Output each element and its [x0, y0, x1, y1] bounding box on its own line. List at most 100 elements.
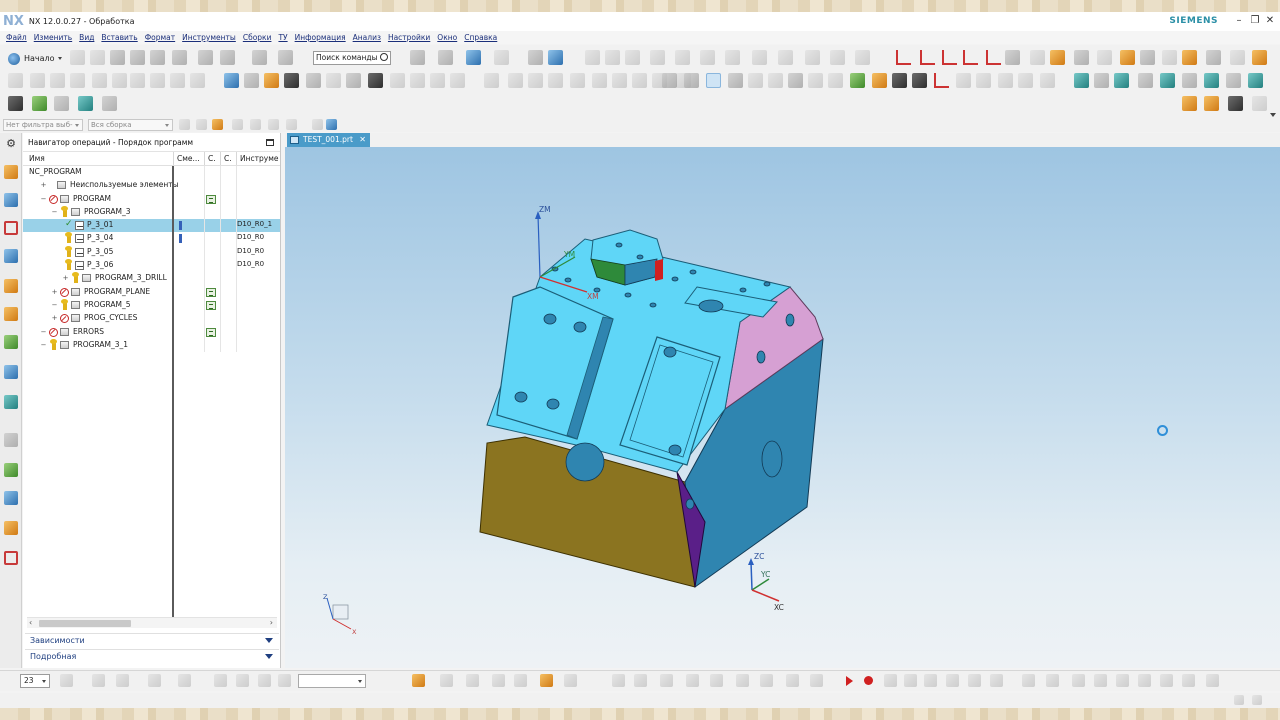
assembly-tool-2-icon[interactable] [625, 50, 640, 65]
playback-tool-13-icon[interactable] [1182, 674, 1195, 687]
edit-object-icon[interactable] [450, 73, 465, 88]
playback-tool-1-icon[interactable] [904, 674, 917, 687]
system-icon[interactable] [4, 521, 18, 535]
point-icon[interactable] [748, 73, 763, 88]
bottom-tool-23-icon[interactable] [786, 674, 799, 687]
cam-setup-icon[interactable] [32, 96, 47, 111]
render-style-icon[interactable] [438, 50, 453, 65]
chart-tool-4-icon[interactable] [1252, 96, 1267, 111]
playback-tool-6-icon[interactable] [1022, 674, 1035, 687]
playback-tool-11-icon[interactable] [1138, 674, 1151, 687]
bottom-tool-15-icon[interactable] [564, 674, 577, 687]
navigator-row[interactable]: − PROGRAM_5 [23, 298, 280, 313]
command-search-input[interactable]: Поиск команды [313, 51, 391, 65]
playback-tool-10-icon[interactable] [1116, 674, 1129, 687]
shape-icon[interactable] [828, 73, 843, 88]
operation-tool-5-icon[interactable] [592, 73, 607, 88]
line3-icon[interactable] [1040, 73, 1055, 88]
program-view-icon[interactable] [224, 73, 239, 88]
operation-tool-6-icon[interactable] [612, 73, 627, 88]
column-splitter[interactable] [172, 166, 174, 618]
menu-item-11[interactable]: Окно [437, 33, 457, 42]
chart-tool-1-icon[interactable] [1182, 96, 1197, 111]
snap-center-icon[interactable] [286, 119, 297, 130]
navigator-row[interactable]: + PROG_CYCLES [23, 312, 280, 326]
bottom-tool-13-icon[interactable] [514, 674, 527, 687]
tree-expand-icon[interactable]: + [51, 315, 58, 322]
utility-tool-1-icon[interactable] [1030, 50, 1045, 65]
playback-tool-3-icon[interactable] [946, 674, 959, 687]
minimize-button[interactable]: – [1232, 14, 1246, 28]
assembly-navigator-icon[interactable] [4, 307, 18, 321]
navigator-row[interactable]: P_3_04 D10_R0 [23, 232, 280, 246]
operation-tool-2-icon[interactable] [528, 73, 543, 88]
assembly-tool-4-icon[interactable] [675, 50, 690, 65]
restore-button[interactable]: ❐ [1248, 14, 1262, 28]
cross-icon[interactable] [956, 73, 971, 88]
document-tab[interactable]: TEST_001.prt ✕ [287, 133, 370, 147]
edit-tool-2-icon[interactable] [110, 50, 125, 65]
cam-create-0-icon[interactable] [8, 73, 23, 88]
part-navigator-icon[interactable] [4, 279, 18, 293]
analysis-tool-3-icon[interactable] [1138, 73, 1153, 88]
machine-tool-navigator-icon[interactable] [4, 193, 18, 207]
clock-icon[interactable] [4, 433, 18, 447]
bottom-tool-22-icon[interactable] [760, 674, 773, 687]
edit-tool-7-icon[interactable] [220, 50, 235, 65]
assembly-tool-7-icon[interactable] [752, 50, 767, 65]
bottom-tool-12-icon[interactable] [492, 674, 505, 687]
utility-tool-11-icon[interactable] [1252, 50, 1267, 65]
analysis-tool-2-icon[interactable] [1114, 73, 1129, 88]
measure-icon[interactable] [872, 73, 887, 88]
edit-tool-3-icon[interactable] [130, 50, 145, 65]
bottom-tool-5-icon[interactable] [214, 674, 227, 687]
assembly-tool-8-icon[interactable] [778, 50, 793, 65]
machine-view-icon[interactable] [244, 73, 259, 88]
column-tool[interactable]: Инструме [240, 154, 278, 163]
bottom-tool-8-icon[interactable] [278, 674, 291, 687]
horizontal-scrollbar[interactable]: ‹ › [27, 617, 277, 628]
machine-icon[interactable] [102, 96, 117, 111]
record-icon[interactable] [864, 676, 873, 685]
edit-tool-4-icon[interactable] [150, 50, 165, 65]
assembly-tool-10-icon[interactable] [830, 50, 845, 65]
operation-tool-7-icon[interactable] [632, 73, 647, 88]
menu-item-9[interactable]: Анализ [353, 33, 381, 42]
view-select[interactable] [298, 674, 366, 688]
analysis-tool-7-icon[interactable] [1226, 73, 1241, 88]
bottom-tool-1-icon[interactable] [92, 674, 105, 687]
assembly-tool-1-icon[interactable] [605, 50, 620, 65]
cam-create-2-icon[interactable] [50, 73, 65, 88]
column-status-1[interactable]: С. [208, 154, 216, 163]
output-cls-icon[interactable] [410, 73, 425, 88]
filter-settings-icon[interactable] [179, 119, 190, 130]
ribbon-options-icon[interactable] [1270, 113, 1276, 117]
playback-tool-7-icon[interactable] [1046, 674, 1059, 687]
playback-tool-12-icon[interactable] [1160, 674, 1173, 687]
playback-tool-9-icon[interactable] [1094, 674, 1107, 687]
operation-navigator-icon[interactable] [4, 165, 18, 179]
cam-create-9-icon[interactable] [190, 73, 205, 88]
tree-expand-icon[interactable]: + [51, 288, 58, 296]
graphics-window[interactable]: ZM YM XM ZC YC XC Z X [285, 147, 1280, 668]
column-status-2[interactable]: С. [224, 154, 232, 163]
reuse-library-icon[interactable] [4, 395, 18, 409]
operation-tool-0-icon[interactable] [484, 73, 499, 88]
navigator-row[interactable]: − PROGRAM_3 [23, 205, 280, 220]
offset-icon[interactable] [808, 73, 823, 88]
utility-tool-0-icon[interactable] [1005, 50, 1020, 65]
cam-create-4-icon[interactable] [92, 73, 107, 88]
postprocess-icon[interactable] [368, 73, 383, 88]
tree-expand-icon[interactable]: − [40, 195, 47, 203]
menu-item-10[interactable]: Настройки [388, 33, 430, 42]
tree-expand-icon[interactable]: − [51, 301, 58, 309]
snap-end-icon[interactable] [250, 119, 261, 130]
utility-tool-5-icon[interactable] [1120, 50, 1135, 65]
method-view-icon[interactable] [284, 73, 299, 88]
replay-icon[interactable] [728, 73, 743, 88]
cam-session-icon[interactable] [54, 96, 69, 111]
assembly-tool-6-icon[interactable] [725, 50, 740, 65]
bottom-tool-2-icon[interactable] [116, 674, 129, 687]
holder-icon[interactable] [912, 73, 927, 88]
chart-tool-3-icon[interactable] [1228, 96, 1243, 111]
